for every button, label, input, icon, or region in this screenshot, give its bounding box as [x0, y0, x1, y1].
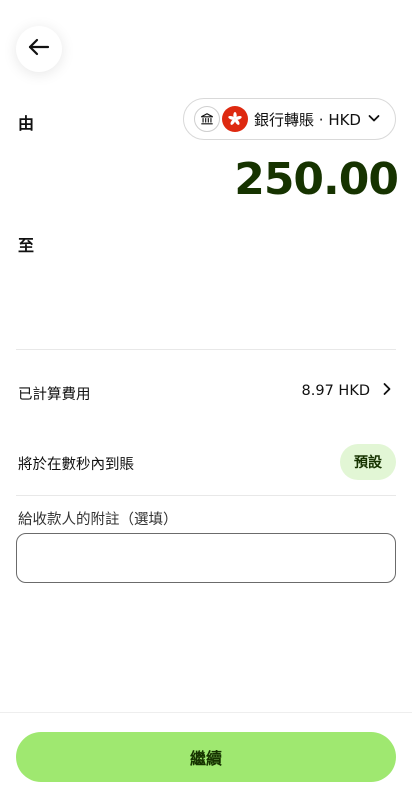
chevron-right-icon [382, 382, 392, 400]
arrow-left-icon [27, 35, 51, 63]
hong-kong-flag-icon [222, 106, 249, 132]
fees-row-button[interactable]: 8.97 HKD [302, 382, 392, 400]
fees-label: 已計算費用 [18, 387, 91, 403]
chevron-down-icon [367, 110, 381, 129]
note-input[interactable] [16, 533, 396, 583]
divider [16, 495, 396, 496]
from-label: 由 [18, 114, 35, 133]
divider [16, 349, 396, 350]
amount-value[interactable]: 250.00 [234, 154, 399, 205]
arrival-label: 將於在數秒內到賬 [18, 457, 134, 473]
source-selector[interactable]: 銀行轉賬 · HKD [183, 98, 396, 140]
send-money-screen: 由 銀行轉賬 · HKD 250.00 至 已計算費用 8.97 HKD 將於在… [0, 0, 412, 800]
fees-value: 8.97 HKD [301, 383, 370, 399]
back-button[interactable] [16, 26, 62, 72]
to-label: 至 [18, 236, 35, 255]
source-text: 銀行轉賬 · HKD [254, 110, 361, 129]
default-badge[interactable]: 預設 [340, 444, 396, 480]
bank-icon [194, 106, 221, 132]
note-label: 給收款人的附註（選填） [18, 512, 178, 528]
continue-button[interactable]: 繼續 [16, 732, 396, 782]
